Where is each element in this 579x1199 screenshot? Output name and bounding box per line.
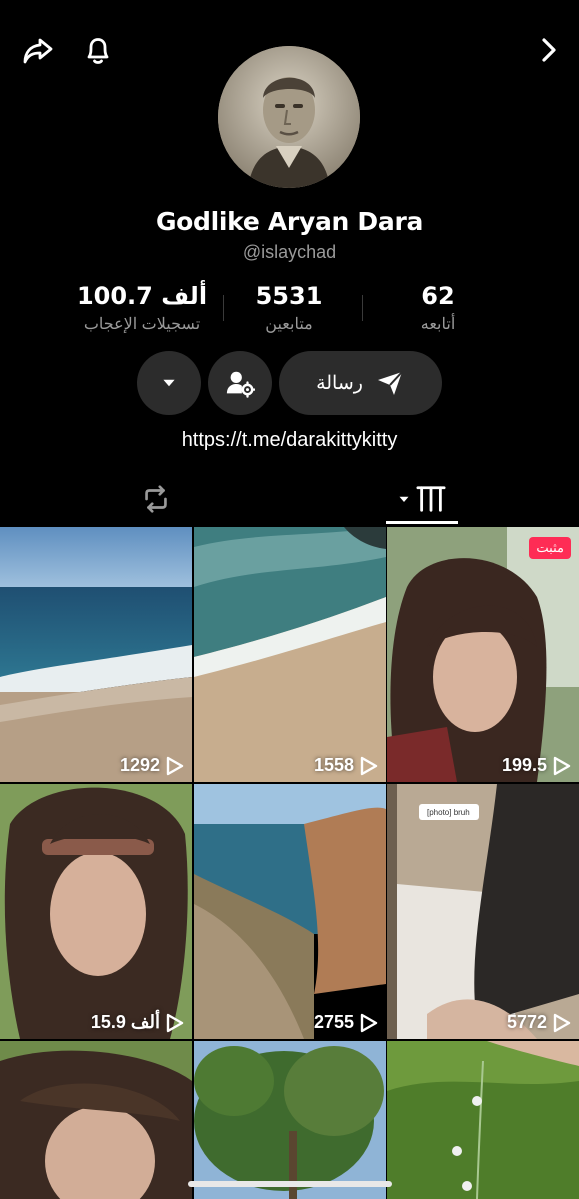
video-thumbnail[interactable]: 15.9 ألف — [0, 784, 192, 1039]
add-friend-settings-button[interactable] — [208, 351, 272, 415]
video-thumbnail-image — [387, 784, 579, 1039]
view-count: 5772 — [507, 1012, 571, 1033]
tab-videos[interactable] — [386, 470, 458, 527]
followers-label: متابعين — [265, 316, 313, 333]
likes-stat: 100.7 ألف تسجيلات الإعجاب — [72, 282, 212, 334]
play-icon — [553, 756, 571, 775]
stats-divider — [223, 295, 224, 321]
video-thumbnail-image — [194, 527, 386, 782]
following-label: أتابعه — [420, 316, 456, 333]
video-thumbnail-image — [0, 1041, 192, 1199]
send-icon — [377, 371, 403, 395]
home-indicator[interactable] — [188, 1181, 392, 1187]
stats-divider — [362, 295, 363, 321]
message-button-label: رسالة — [316, 372, 363, 394]
video-thumbnail[interactable]: 1558 — [194, 527, 386, 782]
video-grid: 1292 1558 مثبت 199.5 15.9 ألف 2755 [phot… — [0, 527, 579, 1199]
play-icon — [553, 1013, 571, 1032]
share-arrow-icon[interactable] — [16, 28, 60, 72]
repost-icon — [145, 484, 167, 513]
video-thumbnail-image — [387, 527, 579, 782]
chevron-right-icon[interactable] — [526, 28, 570, 72]
profile-tabs — [0, 470, 579, 527]
likes-count: 100.7 ألف — [76, 282, 208, 310]
play-icon — [166, 1013, 184, 1032]
user-gear-icon — [226, 371, 255, 398]
video-thumbnail[interactable] — [194, 1041, 386, 1199]
video-thumbnail[interactable] — [0, 1041, 192, 1199]
bell-icon[interactable] — [76, 28, 120, 72]
followers-count: 5531 — [255, 282, 323, 310]
more-options-button[interactable] — [137, 351, 201, 415]
view-count: 199.5 — [502, 755, 571, 776]
view-count: 15.9 ألف — [91, 1012, 184, 1033]
play-icon — [360, 756, 378, 775]
message-button[interactable]: رسالة — [279, 351, 442, 415]
display-name: Godlike Aryan Dara — [155, 207, 424, 236]
video-thumbnail-image — [194, 784, 386, 1039]
view-count: 1292 — [120, 755, 184, 776]
active-tab-indicator — [386, 521, 458, 524]
video-thumbnail[interactable] — [387, 1041, 579, 1199]
pinned-badge: مثبت — [529, 537, 571, 559]
caret-down-icon — [399, 496, 409, 502]
video-thumbnail-image — [387, 1041, 579, 1199]
video-thumbnail[interactable]: 1292 — [0, 527, 192, 782]
profile-stats: 100.7 ألف تسجيلات الإعجاب 5531 متابعين 6… — [0, 282, 579, 342]
following-count: 62 — [421, 282, 455, 310]
video-thumbnail-image — [194, 1041, 386, 1199]
play-icon — [360, 1013, 378, 1032]
video-thumbnail[interactable]: 2755 — [194, 784, 386, 1039]
video-thumbnail-image — [0, 784, 192, 1039]
video-grid-icon — [416, 485, 446, 512]
tab-reposts[interactable] — [124, 470, 188, 527]
view-count: 1558 — [314, 755, 378, 776]
following-stat[interactable]: 62 أتابعه — [392, 282, 484, 334]
likes-label: تسجيلات الإعجاب — [83, 316, 201, 333]
profile-avatar[interactable] — [218, 46, 360, 188]
caret-down-icon — [163, 379, 175, 387]
bio-link[interactable]: https://t.me/darakittykitty — [0, 429, 579, 452]
username: @islaychad — [242, 242, 337, 262]
followers-stat[interactable]: 5531 متابعين — [230, 282, 348, 334]
video-thumbnail[interactable]: [photo] bruh 5772 — [387, 784, 579, 1039]
thumbnail-caption: [photo] bruh — [427, 808, 470, 817]
video-thumbnail[interactable]: مثبت 199.5 — [387, 527, 579, 782]
video-thumbnail-image — [0, 527, 192, 782]
view-count: 2755 — [314, 1012, 378, 1033]
play-icon — [166, 756, 184, 775]
